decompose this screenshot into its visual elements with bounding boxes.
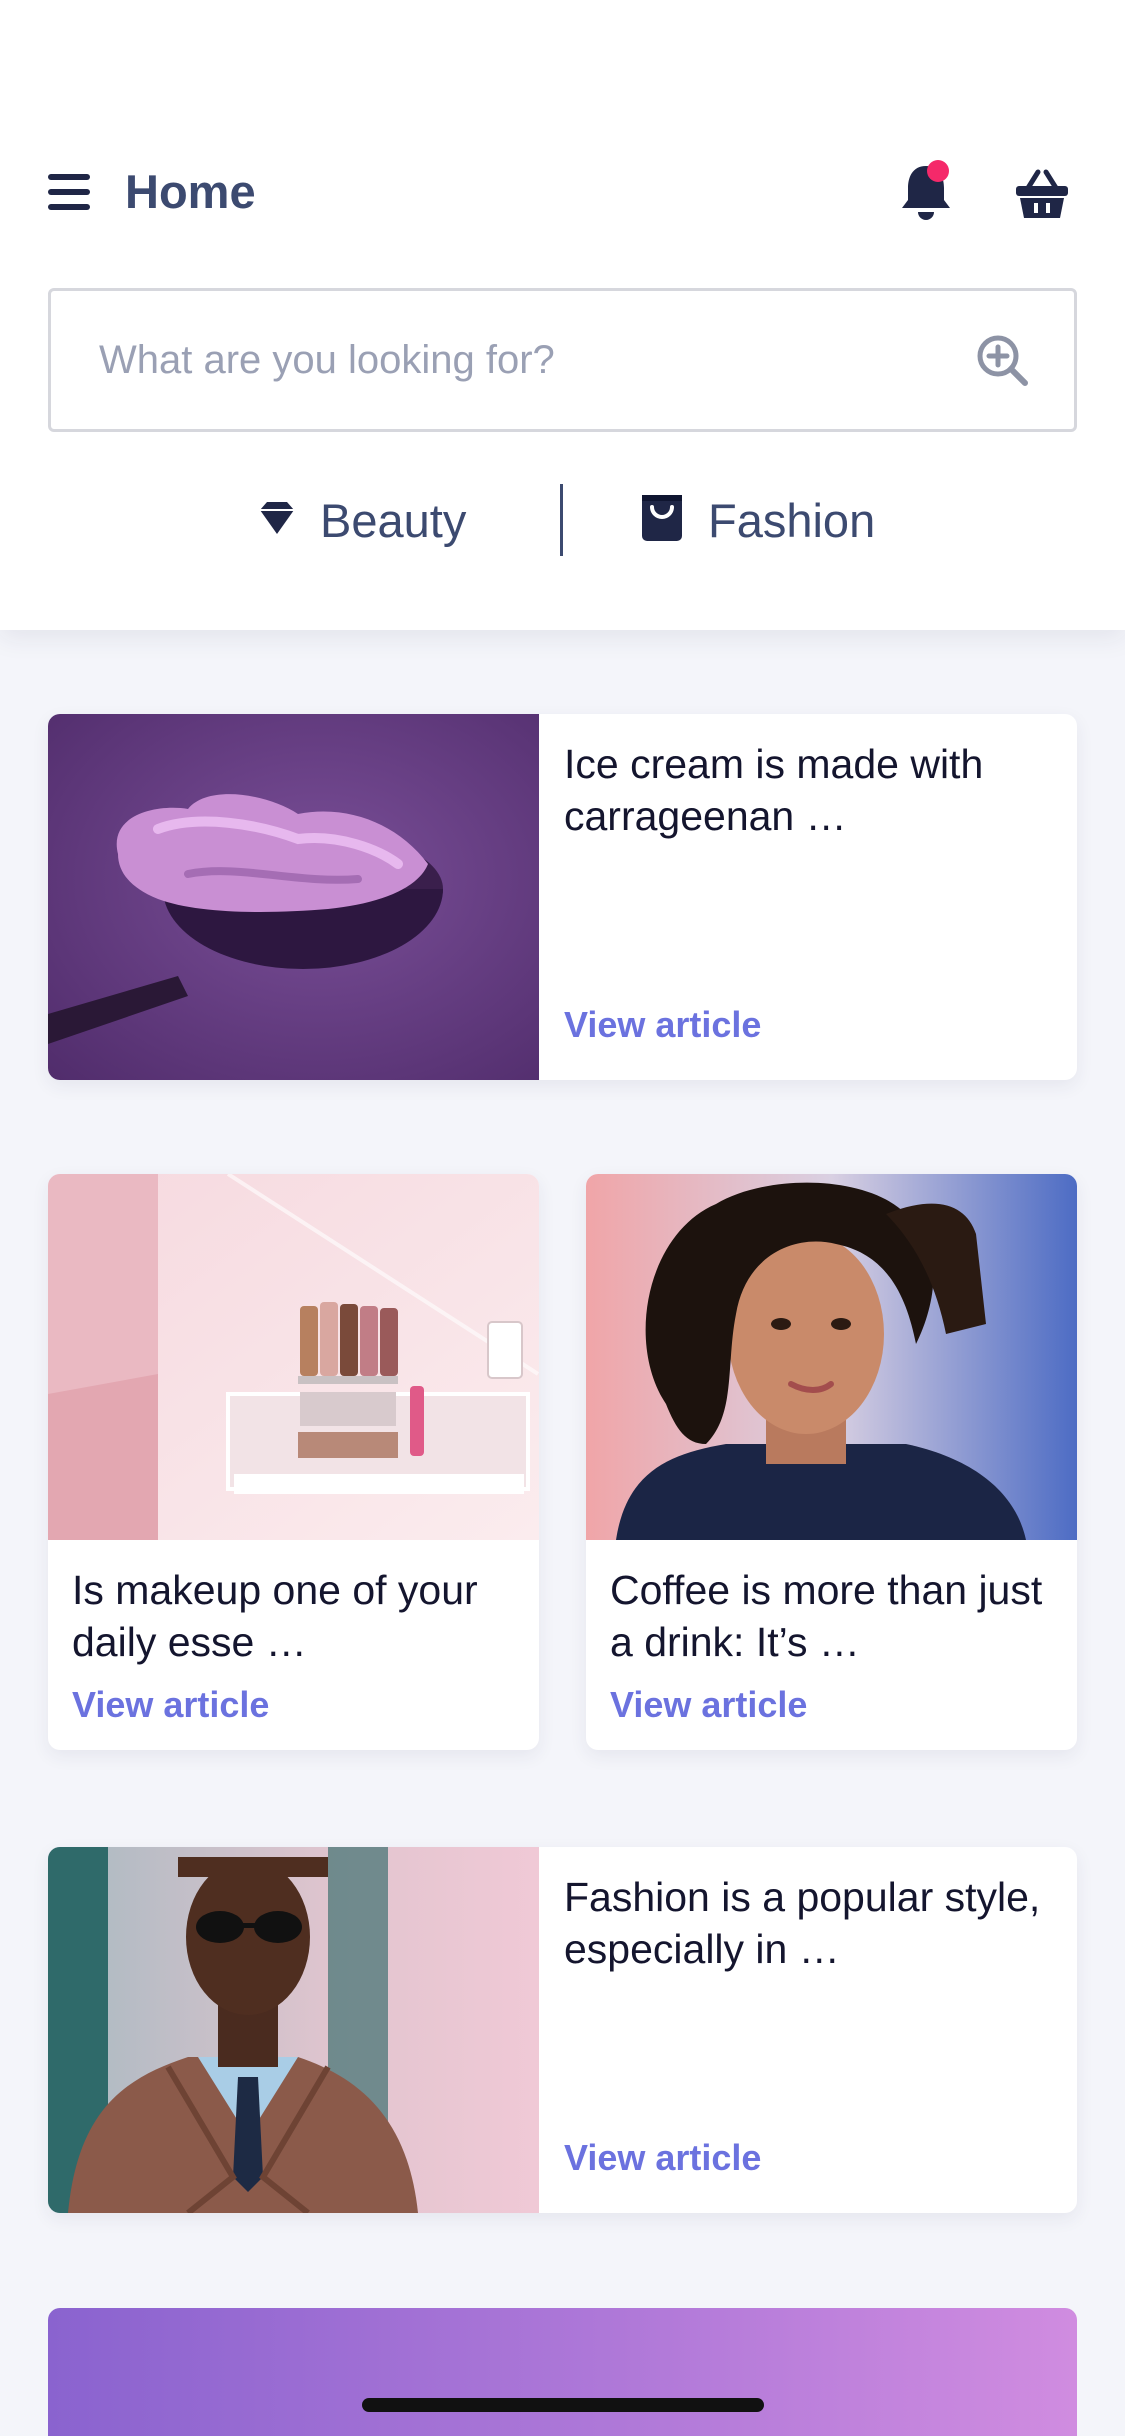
bell-icon[interactable]	[898, 160, 954, 224]
diamond-icon	[258, 500, 296, 541]
header: Home What are you looking for? Beauty Fa…	[0, 0, 1125, 630]
zoom-in-search-icon[interactable]	[975, 333, 1031, 389]
category-label: Fashion	[708, 493, 876, 547]
view-article-link[interactable]: View article	[564, 2137, 761, 2179]
article-card[interactable]: Coffee is more than just a drink: It’s ……	[586, 1174, 1077, 1750]
article-title: Coffee is more than just a drink: It’s …	[610, 1567, 1043, 1665]
hamburger-menu-icon[interactable]	[48, 174, 90, 210]
view-article-link[interactable]: View article	[610, 1684, 807, 1726]
article-title: Ice cream is made with carrageenan …	[564, 741, 984, 839]
category-fashion[interactable]: Fashion	[640, 480, 875, 560]
view-article-link[interactable]: View article	[72, 1684, 269, 1726]
category-divider	[560, 484, 563, 556]
search-input[interactable]	[99, 327, 959, 393]
article-title: Is makeup one of your daily esse …	[72, 1567, 478, 1665]
category-beauty[interactable]: Beauty	[258, 480, 466, 560]
category-switcher: Beauty Fashion	[0, 480, 1125, 560]
basket-icon[interactable]	[1014, 166, 1070, 222]
purple-ice-cream-scoop-photo	[48, 714, 539, 1080]
article-card[interactable]: Is makeup one of your daily esse … View …	[48, 1174, 539, 1750]
search-box	[48, 288, 1077, 432]
category-label: Beauty	[320, 493, 467, 547]
makeup-display-shelf-photo	[48, 1174, 539, 1540]
shopping-bag-icon	[640, 493, 684, 548]
top-bar: Home	[48, 160, 1077, 224]
man-in-leather-jacket-photo	[48, 1847, 539, 2213]
view-article-link[interactable]: View article	[564, 1004, 761, 1046]
page-title: Home	[125, 165, 256, 218]
article-card[interactable]: Ice cream is made with carrageenan … Vie…	[48, 714, 1077, 1080]
article-card[interactable]: Fashion is a popular style, especially i…	[48, 1847, 1077, 2213]
article-title: Fashion is a popular style, especially i…	[564, 1874, 1041, 1972]
curly-haired-woman-portrait-photo	[586, 1174, 1077, 1540]
home-indicator[interactable]	[362, 2398, 764, 2412]
promo-banner[interactable]	[48, 2308, 1077, 2436]
